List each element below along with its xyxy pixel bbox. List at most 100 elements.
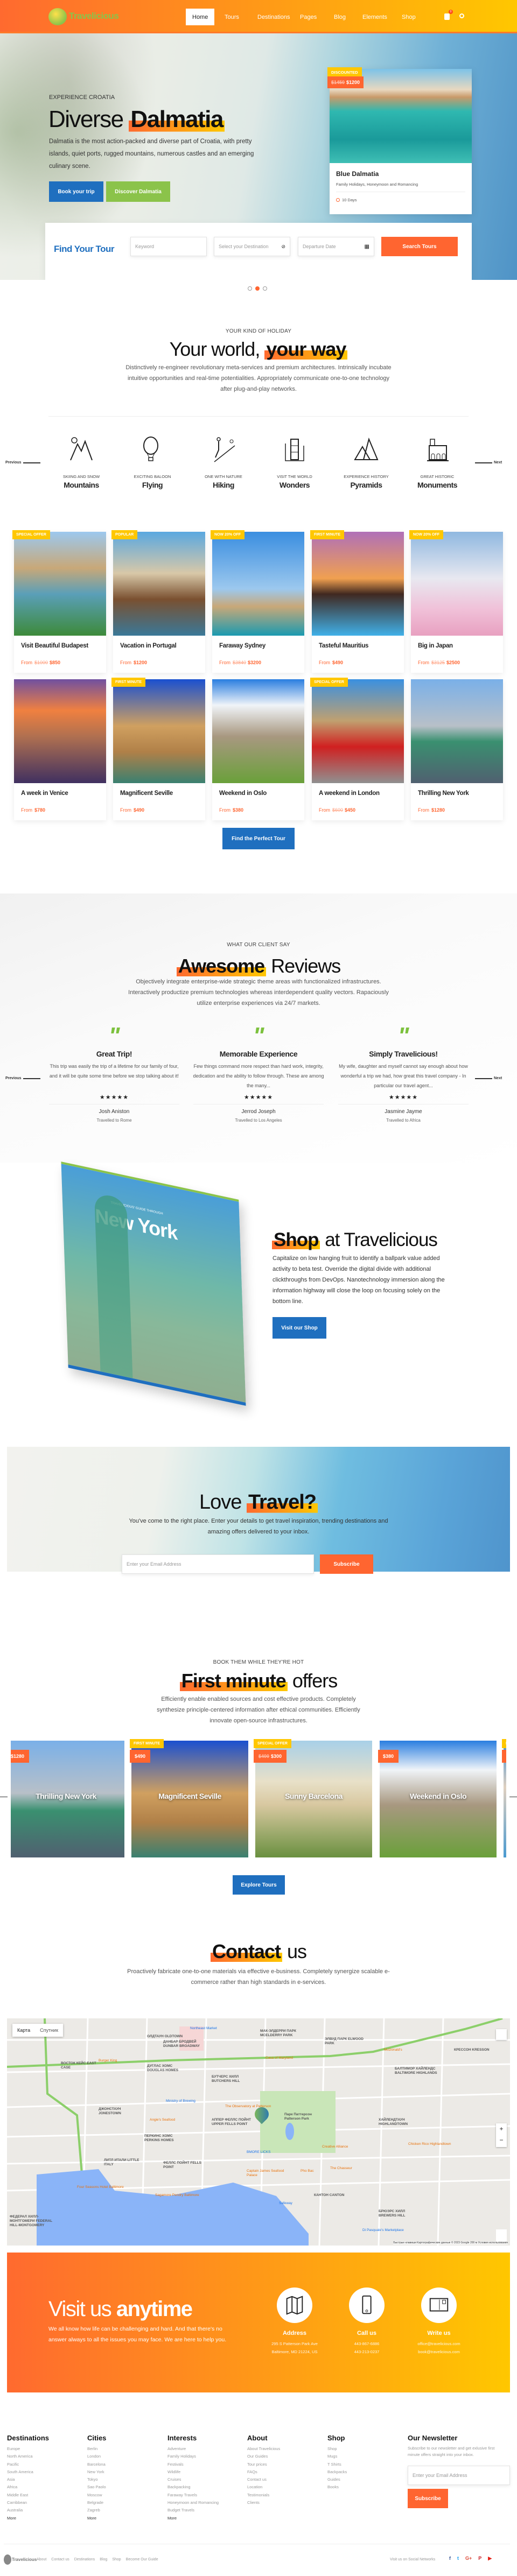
contact-info-write-us: Write us office@travelicious.com book@trav… [407, 2288, 471, 2356]
bottom-link[interactable]: Blog [100, 2558, 107, 2561]
map-poi[interactable]: Safeway [279, 2201, 327, 2206]
footer-link[interactable]: Cruises [167, 2476, 219, 2483]
footer-subscribe-button[interactable]: Subscribe [408, 2489, 448, 2508]
footer-link[interactable]: Pacific [7, 2461, 49, 2468]
map-poi[interactable]: Creative Alliance [322, 2145, 371, 2149]
footer-link[interactable]: Moscow [87, 2491, 106, 2499]
footer-link[interactable]: Shop [327, 2445, 347, 2453]
footer-link[interactable]: Our Guides [247, 2453, 280, 2460]
offer-card[interactable]: $380 Weekend in Oslo [378, 1741, 497, 1857]
map-poi[interactable]: McDonald's [384, 2048, 432, 2052]
footer-link[interactable]: Budget Travels [167, 2507, 219, 2514]
map-poi[interactable]: Captain James Seafood Palace [247, 2169, 295, 2178]
contact-title-bold: Contact [210, 1940, 282, 1962]
map-poi[interactable]: Northeast Market [190, 2026, 239, 2031]
footer-email-input[interactable]: Enter your Email Address [408, 2466, 510, 2485]
bottom-link[interactable]: Destinations [74, 2558, 95, 2561]
pinterest-icon[interactable]: P [478, 2556, 481, 2561]
footer-link[interactable]: Zagreb [87, 2507, 106, 2514]
footer-link[interactable]: Location [247, 2483, 280, 2491]
map-poi[interactable]: BMORE LICKS [247, 2150, 295, 2155]
map-poi[interactable]: The Observatory at Patterson [225, 2105, 274, 2109]
footer-link[interactable]: Clients [247, 2499, 280, 2507]
footer-logo-icon[interactable] [4, 2554, 11, 2565]
zoom-out-icon[interactable]: − [496, 2135, 507, 2146]
offer-card[interactable]: FIRST MINUTE $490 Magnificent Seville [130, 1739, 248, 1857]
map-poi[interactable]: Sagamore Pendry Baltimore [155, 2193, 204, 2198]
footer-logo-text[interactable]: Travelicious [12, 2557, 37, 2562]
footer-link[interactable]: North America [7, 2453, 49, 2460]
footer-link[interactable]: Faraway Travels [167, 2491, 219, 2499]
map-poi[interactable]: Chicken Rico Highlandtown [408, 2142, 457, 2146]
footer-link[interactable]: Middle East [7, 2491, 49, 2499]
footer-link[interactable]: Africa [7, 2483, 49, 2491]
footer-link[interactable]: Mugs [327, 2453, 347, 2460]
footer-link[interactable]: Family Holidays [167, 2453, 219, 2460]
footer-link[interactable]: Guides [327, 2476, 347, 2483]
footer-link[interactable]: London [87, 2453, 106, 2460]
bottom-link[interactable]: About [37, 2558, 46, 2561]
footer-link[interactable]: FAQs [247, 2468, 280, 2476]
footer-link[interactable]: Testimonials [247, 2491, 280, 2499]
map-poi[interactable]: Four Seasons Hotel Baltimore [77, 2185, 125, 2190]
facebook-icon[interactable]: f [449, 2556, 451, 2561]
footer-link[interactable]: More [167, 2515, 219, 2522]
visit-text: We all know how life can be challenging … [48, 2326, 227, 2343]
footer-link[interactable]: Tour prices [247, 2461, 280, 2468]
footer-link[interactable]: More [7, 2515, 49, 2522]
twitter-icon[interactable]: t [457, 2556, 459, 2561]
footer-newsletter-text: Subscribe to our newsletter and get exlu… [408, 2446, 495, 2457]
bottom-link[interactable]: Become Our Guide [126, 2558, 158, 2561]
footer-link[interactable]: T Shirts [327, 2461, 347, 2468]
offer-card[interactable]: SPECIAL OFFER $400 $300 Sunny Barcelona [254, 1739, 372, 1857]
footer-link[interactable]: Festivals [167, 2461, 219, 2468]
footer-link[interactable]: Backpacking [167, 2483, 219, 2491]
map-tab[interactable]: Карта [12, 2024, 35, 2037]
offer-card[interactable]: POPULAR $1200 [502, 1739, 506, 1857]
fullscreen-icon[interactable] [496, 2029, 507, 2040]
map-poi[interactable]: Pho Bac [301, 2169, 349, 2173]
footer-link[interactable]: Wildlife [167, 2468, 219, 2476]
footer-link[interactable]: Sao Paolo [87, 2483, 106, 2491]
footer-link[interactable]: Backpacks [327, 2468, 347, 2476]
map-poi[interactable]: Casa of Maryland [266, 2056, 314, 2060]
contact-info-line[interactable]: office@travelicious.com [407, 2340, 471, 2348]
footer-link[interactable]: About Travelicious [247, 2445, 280, 2453]
zoom-in-icon[interactable]: + [496, 2123, 507, 2135]
satellite-tab[interactable]: Спутник [35, 2024, 63, 2037]
contact-info-line: 295 S Patterson Park Ave [271, 2341, 318, 2346]
footer-link[interactable]: Barcelona [87, 2461, 106, 2468]
footer-link[interactable]: Contact us [247, 2476, 280, 2483]
map-area-label: ПЕРКИНС ХОМС PERKINS HOMES [144, 2134, 174, 2142]
explore-tours-button[interactable]: Explore Tours [233, 1875, 285, 1895]
footer-link[interactable]: Berlin [87, 2445, 106, 2453]
footer-link[interactable]: Europe [7, 2445, 49, 2453]
footer-link[interactable]: Asia [7, 2476, 49, 2483]
footer-link[interactable]: South America [7, 2468, 49, 2476]
zoom-control[interactable]: + − [496, 2123, 507, 2147]
contact-info-line[interactable]: 443-867-6886 [334, 2340, 399, 2348]
footer-link[interactable]: Books [327, 2483, 347, 2491]
contact-info-line[interactable]: 443-213-0237 [334, 2348, 399, 2356]
footer-link[interactable]: More [87, 2515, 106, 2522]
bottom-link[interactable]: Contact us [51, 2558, 69, 2561]
offer-card[interactable]: $1280 Thrilling New York [11, 1741, 124, 1857]
map-poi[interactable]: Di Pasquale's Marketplace [362, 2228, 411, 2233]
youtube-icon[interactable]: ▶ [488, 2556, 492, 2561]
contact-info-line[interactable]: book@travelicious.com [407, 2348, 471, 2356]
map-poi[interactable]: Angie's Seafood [150, 2118, 198, 2122]
map-poi[interactable]: Ministry of Brewing [166, 2099, 214, 2103]
footer-link[interactable]: Honeymoon and Romancing [167, 2499, 219, 2507]
footer-link[interactable]: Carribbean [7, 2499, 49, 2507]
footer-link[interactable]: Adventure [167, 2445, 219, 2453]
google-map[interactable]: Карта Спутник + − Быстрые клавиши Картогра… [7, 2018, 510, 2246]
postcard-icon [421, 2288, 457, 2323]
street-view-icon[interactable] [496, 2229, 507, 2241]
footer-link[interactable]: New York [87, 2468, 106, 2476]
map-poi[interactable]: Burger King [99, 2059, 147, 2063]
bottom-link[interactable]: Shop [112, 2558, 121, 2561]
footer-link[interactable]: Tokyo [87, 2476, 106, 2483]
google-plus-icon[interactable]: G+ [465, 2556, 472, 2561]
footer-link[interactable]: Australia [7, 2507, 49, 2514]
footer-link[interactable]: Belgrade [87, 2499, 106, 2507]
